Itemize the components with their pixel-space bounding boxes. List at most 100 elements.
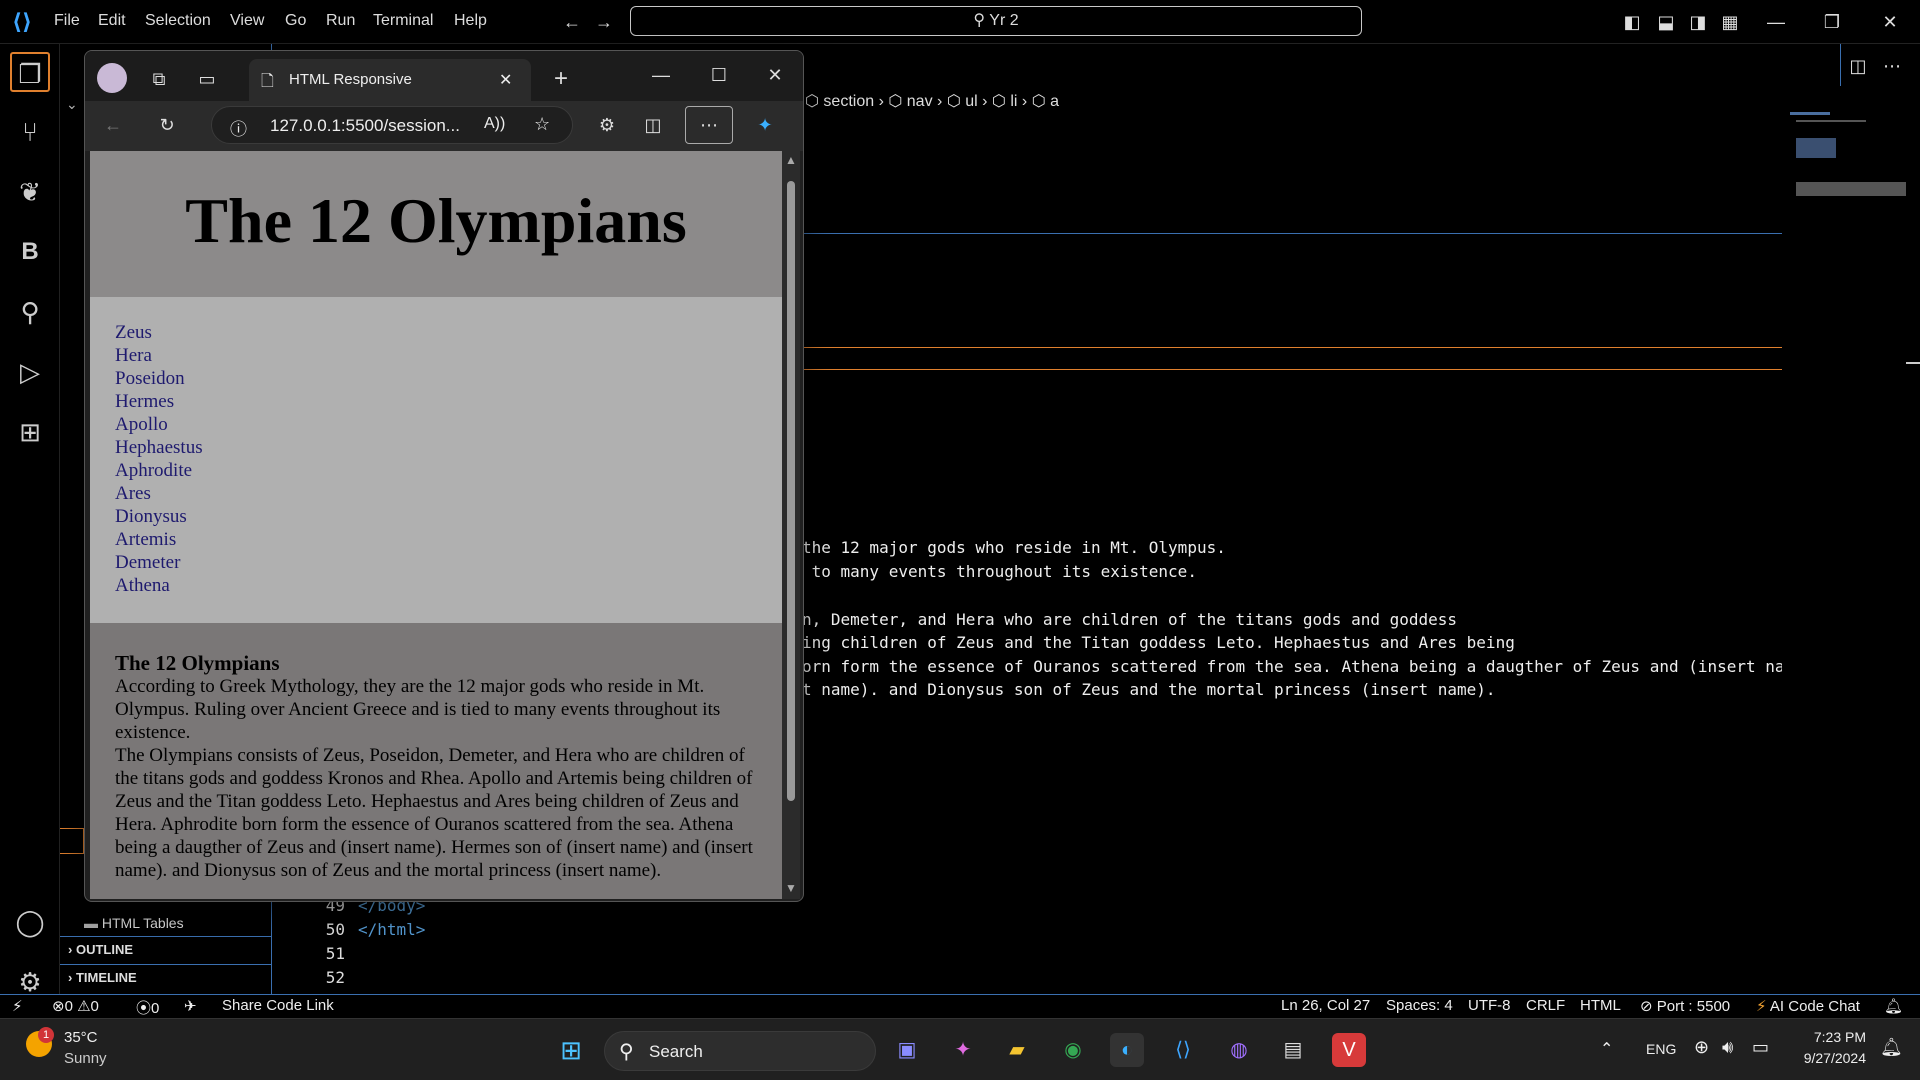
bootstrap-b-icon[interactable]: B	[10, 232, 50, 272]
info-icon[interactable]: ⓘ	[230, 115, 247, 140]
menu-view[interactable]: View	[230, 12, 264, 30]
extensions-puzzle-icon[interactable]: ⚙	[591, 109, 623, 141]
menu-edit[interactable]: Edit	[98, 12, 126, 30]
address-bar[interactable]: ⓘ 127.0.0.1:5500/session... A)) ☆	[211, 106, 573, 144]
problems-indicator[interactable]: ⊗0 ⚠0	[52, 997, 99, 1015]
tab-actions-icon[interactable]: ▭	[191, 63, 223, 95]
nav-link[interactable]: Hera	[115, 344, 152, 367]
code-line[interactable]: ing children of Zeus and the Titan godde…	[802, 633, 1515, 652]
weather-condition[interactable]: Sunny	[64, 1050, 107, 1067]
input-language[interactable]: ENG	[1646, 1041, 1676, 1057]
menu-run[interactable]: Run	[326, 12, 355, 30]
chevron-down-icon[interactable]: ⌄	[66, 96, 78, 113]
timeline-section[interactable]: › TIMELINE	[60, 964, 272, 990]
menu-go[interactable]: Go	[285, 12, 306, 30]
breadcrumb-item[interactable]: li	[1010, 93, 1017, 110]
code-line[interactable]: orn form the essence of Ouranos scattere…	[802, 657, 1782, 676]
minimap[interactable]	[1790, 112, 1910, 222]
split-editor-icon[interactable]: ◫	[1846, 54, 1870, 78]
share-icon[interactable]: ✈	[184, 997, 197, 1015]
github-icon[interactable]: ◍	[1222, 1033, 1256, 1067]
menu-terminal[interactable]: Terminal	[373, 12, 433, 30]
page-scrollbar[interactable]: ▲ ▼	[782, 151, 800, 899]
scroll-down-icon[interactable]: ▼	[785, 881, 797, 895]
live-server-port[interactable]: ⊘ Port : 5500	[1640, 997, 1730, 1015]
encoding[interactable]: UTF-8	[1468, 997, 1511, 1014]
notification-bell-icon[interactable]: 🔔︎	[1880, 1037, 1903, 1058]
nav-link[interactable]: Hephaestus	[115, 436, 203, 459]
weather-temperature[interactable]: 35°C	[64, 1029, 98, 1046]
command-center-search[interactable]: ⚲ Yr 2	[630, 6, 1362, 36]
toggle-primary-sidebar-icon[interactable]: ◧	[1620, 10, 1644, 34]
run-debug-icon[interactable]: ▷	[10, 352, 50, 392]
explorer-icon[interactable]: ❐	[10, 52, 50, 92]
toggle-secondary-sidebar-icon[interactable]: ◨	[1686, 10, 1710, 34]
taskbar-search[interactable]: ⚲ Search	[604, 1031, 876, 1071]
battery-icon[interactable]: ▭	[1752, 1037, 1769, 1058]
scroll-thumb[interactable]	[787, 181, 795, 801]
toggle-panel-icon[interactable]: ⬓	[1654, 10, 1678, 34]
language-mode[interactable]: HTML	[1580, 997, 1621, 1014]
browser-maximize-icon[interactable]: ☐	[703, 59, 735, 91]
figma-icon[interactable]: ❦	[10, 172, 50, 212]
code-line[interactable]: to many events throughout its existence.	[802, 562, 1197, 581]
clock-time[interactable]: 7:23 PM	[1808, 1029, 1866, 1045]
nav-link[interactable]: Hermes	[115, 390, 174, 413]
extensions-icon[interactable]: ⊞	[10, 412, 50, 452]
customize-layout-icon[interactable]: ▦	[1718, 10, 1742, 34]
favorite-star-icon[interactable]: ☆	[534, 114, 550, 135]
chrome-icon[interactable]: ◉	[1056, 1033, 1090, 1067]
ai-code-chat[interactable]: ⚡ AI Code Chat	[1756, 997, 1860, 1015]
code-line[interactable]: n, Demeter, and Hera who are children of…	[802, 610, 1457, 629]
chevron-up-icon[interactable]: ⌃	[1600, 1039, 1613, 1059]
nav-link[interactable]: Dionysus	[115, 505, 187, 528]
settings-more-icon[interactable]: ⋯	[685, 106, 733, 144]
edge-browser-window[interactable]: ⧉ ▭ 🗋︎ HTML Responsive ✕ + — ☐ ✕ ← ↻ ⓘ 1…	[84, 50, 804, 902]
copilot-icon[interactable]: ✦	[946, 1033, 980, 1067]
breadcrumb[interactable]: ⬡ section › ⬡ nav › ⬡ ul › ⬡ li › ⬡ a	[805, 90, 1059, 114]
back-icon[interactable]: ←	[97, 109, 129, 141]
editor-scrollbar-marker[interactable]	[1906, 362, 1920, 364]
file-explorer-icon[interactable]: ▰	[1000, 1033, 1034, 1067]
ports-indicator[interactable]: ⦿0	[136, 997, 159, 1018]
menu-selection[interactable]: Selection	[145, 12, 211, 30]
nav-link[interactable]: Ares	[115, 482, 151, 505]
nav-link[interactable]: Aphrodite	[115, 459, 192, 482]
vivaldi-icon[interactable]: V	[1332, 1033, 1366, 1067]
nav-link[interactable]: Apollo	[115, 413, 168, 436]
breadcrumb-item[interactable]: a	[1050, 93, 1059, 110]
web-page-viewport[interactable]: The 12 Olympians Zeus Hera Poseidon Herm…	[90, 151, 782, 899]
profile-avatar[interactable]	[97, 63, 127, 93]
split-screen-icon[interactable]: ◫	[637, 109, 669, 141]
code-line[interactable]: the 12 major gods who reside in Mt. Olym…	[802, 538, 1226, 557]
accounts-icon[interactable]: ◯	[10, 902, 50, 942]
browser-minimize-icon[interactable]: —	[645, 59, 677, 91]
breadcrumb-item[interactable]: ul	[965, 93, 977, 110]
nav-back-icon[interactable]: ←	[560, 10, 584, 34]
nav-link[interactable]: Athena	[115, 574, 170, 597]
source-control-icon[interactable]: ⑂	[10, 112, 50, 152]
share-code-link[interactable]: Share Code Link	[222, 997, 334, 1014]
vscode-taskbar-icon[interactable]: ⟨⟩	[1166, 1033, 1200, 1067]
meet-video-icon[interactable]: ▣	[890, 1033, 924, 1067]
search-icon[interactable]: ⚲	[10, 292, 50, 332]
restore-icon[interactable]: ❐	[1820, 10, 1844, 34]
edge-icon[interactable]: ◐	[1110, 1033, 1144, 1067]
folder-html-tables[interactable]: ▬ HTML Tables	[60, 910, 272, 936]
volume-icon[interactable]: 🔊︎	[1722, 1037, 1733, 1058]
read-aloud-icon[interactable]: A))	[484, 115, 505, 133]
more-actions-icon[interactable]: ⋯	[1880, 54, 1904, 78]
menu-file[interactable]: File	[54, 12, 80, 30]
end-of-line[interactable]: CRLF	[1526, 997, 1565, 1014]
nav-link[interactable]: Poseidon	[115, 367, 185, 390]
nav-link[interactable]: Zeus	[115, 321, 152, 344]
store-icon[interactable]: ▤	[1276, 1033, 1310, 1067]
outline-section[interactable]: › OUTLINE	[60, 936, 272, 962]
vscode-logo-icon[interactable]: ⟨⟩	[12, 10, 36, 34]
nav-link[interactable]: Demeter	[115, 551, 180, 574]
code-line[interactable]: t name). and Dionysus son of Zeus and th…	[802, 680, 1496, 699]
scroll-up-icon[interactable]: ▲	[785, 153, 797, 167]
notifications-icon[interactable]: 🔔︎	[1884, 997, 1903, 1015]
collections-icon[interactable]: ⧉	[143, 63, 175, 95]
nav-forward-icon[interactable]: →	[592, 10, 616, 34]
